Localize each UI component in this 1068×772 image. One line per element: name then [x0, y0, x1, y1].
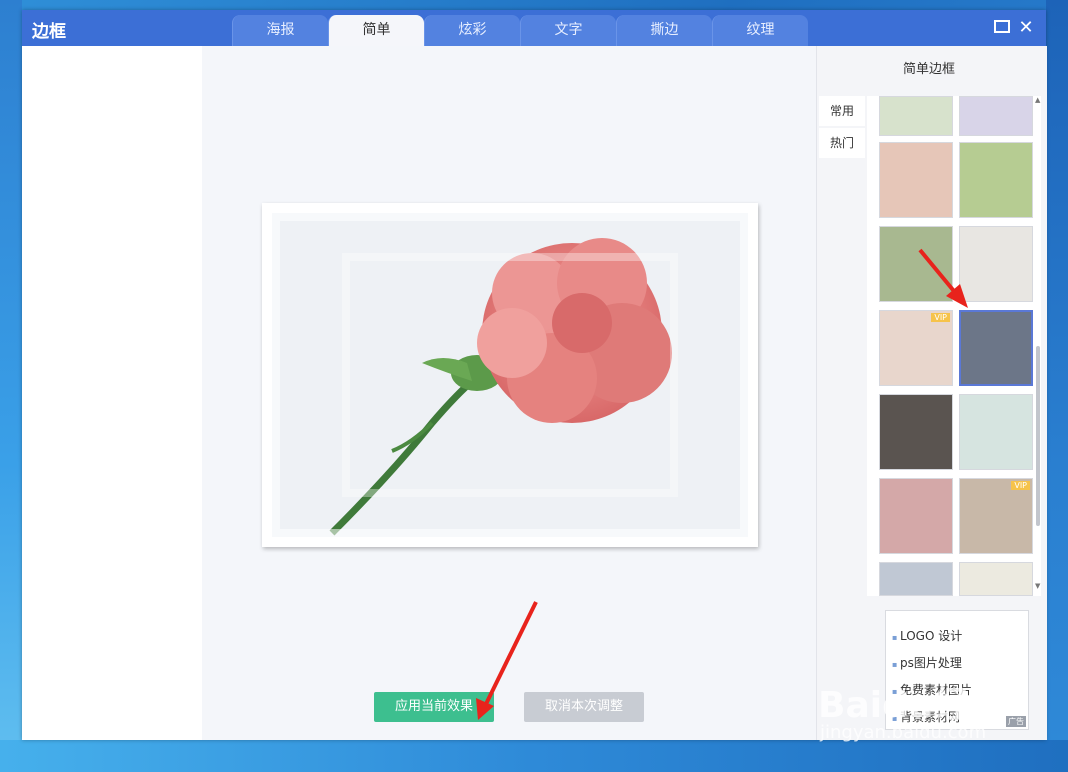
vip-badge: VIP	[1011, 481, 1030, 490]
watermark-brand: Baidu经验	[818, 685, 1006, 726]
panel-title: 简单边框	[903, 62, 956, 77]
apply-effect-button[interactable]: 应用当前效果	[374, 692, 494, 722]
cancel-adjustment-button[interactable]: 取消本次调整	[524, 692, 644, 722]
border-thumbnail[interactable]: VIP	[879, 310, 953, 386]
scroll-down-icon[interactable]: ▼	[1035, 582, 1040, 590]
photo-image	[272, 213, 748, 537]
tab-poster[interactable]: 海报	[232, 15, 328, 46]
ad-link[interactable]: LOGO 设计	[892, 627, 962, 644]
border-thumbnail[interactable]	[879, 96, 953, 136]
border-thumbnail[interactable]	[959, 226, 1033, 302]
border-thumbnail[interactable]	[879, 142, 953, 218]
border-thumbnail[interactable]	[879, 562, 953, 596]
thumbnail-scrollbar[interactable]: ▲ ▼	[1035, 96, 1041, 592]
border-thumbnail[interactable]	[879, 478, 953, 554]
tab-text[interactable]: 文字	[520, 15, 616, 46]
tab-bar: 海报 简单 炫彩 文字 撕边 纹理	[232, 15, 808, 46]
watermark-url: jingyan.baidu.com	[820, 722, 987, 743]
left-panel	[22, 46, 203, 740]
border-thumbnail[interactable]	[879, 226, 953, 302]
border-thumbnail[interactable]	[959, 142, 1033, 218]
desktop-background-bottom	[0, 740, 1068, 772]
ad-link[interactable]: ps图片处理	[892, 654, 962, 671]
scroll-up-icon[interactable]: ▲	[1035, 96, 1040, 104]
border-thumbnail-selected[interactable]	[959, 310, 1033, 386]
border-thumbnail[interactable]	[879, 394, 953, 470]
border-thumbnail[interactable]	[959, 562, 1033, 596]
tab-colorful[interactable]: 炫彩	[424, 15, 520, 46]
border-frame-overlay-inner	[342, 253, 678, 497]
category-popular[interactable]: 热门	[819, 128, 865, 158]
desktop-background-right	[1046, 0, 1068, 772]
tab-torn-edge[interactable]: 撕边	[616, 15, 712, 46]
border-thumbnail[interactable]	[959, 96, 1033, 136]
tab-texture[interactable]: 纹理	[712, 15, 808, 46]
ad-tag: 广告	[1006, 716, 1026, 727]
scrollbar-thumb[interactable]	[1036, 346, 1040, 526]
close-icon[interactable]: ✕	[1016, 18, 1036, 38]
photo-preview	[262, 203, 758, 547]
category-common[interactable]: 常用	[819, 96, 865, 126]
vip-badge: VIP	[931, 313, 950, 322]
border-style-panel: 简单边框 常用 热门 VIP VIP ▲ ▼ ▪ LOGO 设计 ▪ ps图片处…	[816, 46, 1047, 740]
tab-simple[interactable]: 简单	[328, 15, 424, 46]
border-editor-window: 边框 海报 简单 炫彩 文字 撕边 纹理 ✕ 应用当前效果 取消本次调整 简单边…	[22, 10, 1047, 740]
title-bar: 边框 海报 简单 炫彩 文字 撕边 纹理 ✕	[22, 10, 1046, 46]
border-thumbnail-grid: VIP VIP	[867, 96, 1041, 596]
border-thumbnail[interactable]	[959, 394, 1033, 470]
preview-canvas: 应用当前效果 取消本次调整	[202, 46, 816, 740]
border-thumbnail[interactable]: VIP	[959, 478, 1033, 554]
window-title: 边框	[32, 22, 66, 42]
desktop-background-left	[0, 0, 22, 772]
maximize-icon[interactable]	[992, 18, 1012, 38]
